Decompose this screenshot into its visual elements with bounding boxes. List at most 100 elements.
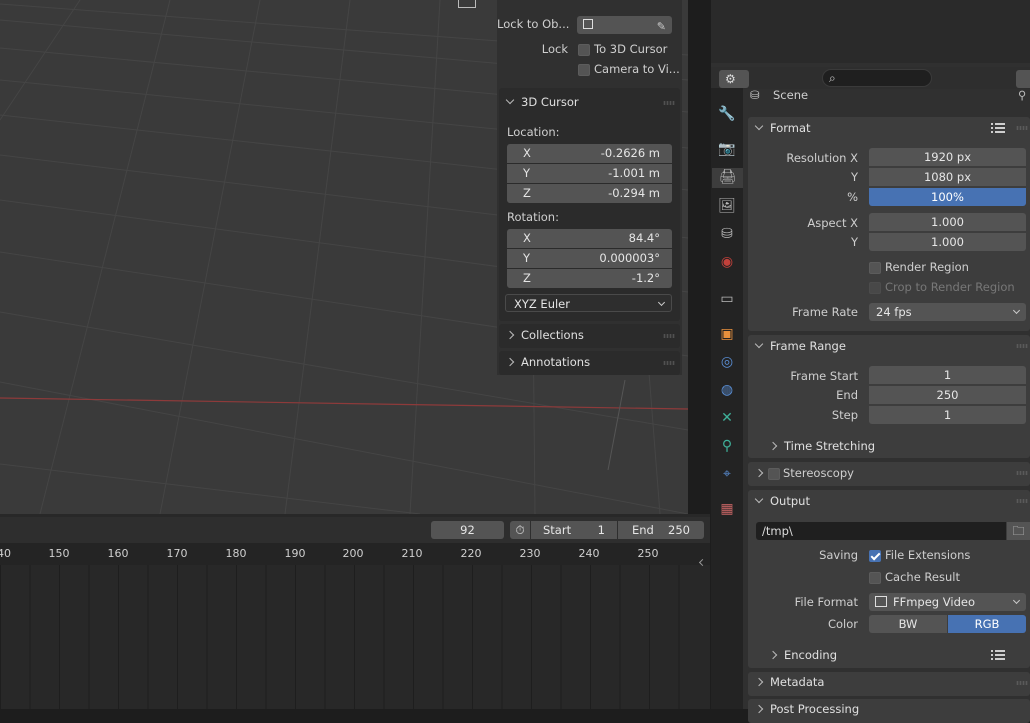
presets-menu-icon[interactable] [991, 123, 1005, 134]
lock-to-object-label: Lock to Ob... [497, 17, 570, 31]
rotation-label: Rotation: [507, 210, 559, 224]
constraints-tab-icon[interactable]: ⚲ [718, 437, 736, 455]
chevron-right-icon [754, 704, 764, 714]
output-section-header[interactable]: Output [754, 494, 810, 508]
render-region-label: Render Region [885, 260, 969, 274]
chevron-right-icon [505, 330, 515, 340]
cache-result-checkbox[interactable] [869, 572, 881, 584]
ruler-label: 230 [519, 547, 541, 560]
cursor-section-header[interactable]: 3D Cursor [505, 95, 579, 109]
time-stretching-subpanel[interactable]: Time Stretching [768, 439, 875, 453]
grid-view-icon[interactable] [458, 0, 476, 8]
frame-end-field[interactable]: 250 [869, 386, 1026, 404]
format-section-header[interactable]: Format [754, 121, 811, 135]
texture-tab-icon[interactable]: ▦ [718, 500, 736, 518]
location-x-field[interactable]: X -0.2626 m [507, 144, 672, 163]
ruler-label: 190 [284, 547, 306, 560]
saving-label: Saving [819, 548, 858, 562]
chevron-down-icon [505, 95, 515, 105]
aspect-y-field[interactable]: 1.000 [869, 233, 1026, 251]
color-rgb-button[interactable]: RGB [948, 615, 1026, 633]
object-box-icon [583, 19, 593, 29]
editor-type-dropdown[interactable]: ⚙ [719, 70, 749, 88]
output-tab-icon[interactable]: 🖨 [712, 168, 743, 188]
collections-section-header[interactable]: Collections [505, 328, 584, 342]
folder-icon[interactable]: 🗀 [1007, 522, 1030, 540]
aspect-x-field[interactable]: 1.000 [869, 213, 1026, 231]
metadata-section-header[interactable]: Metadata [754, 675, 824, 689]
camera-to-view-checkbox[interactable] [578, 64, 590, 76]
view-layer-tab-icon[interactable]: 🖼 [718, 197, 736, 215]
drag-handle-icon[interactable] [1016, 344, 1028, 348]
drag-handle-icon[interactable] [663, 334, 675, 338]
stopwatch-icon[interactable]: ⏱ [510, 521, 530, 539]
frame-start-field[interactable]: 1 [869, 366, 1026, 384]
start-frame-field[interactable]: Start 1 [531, 521, 617, 539]
drag-handle-icon[interactable] [1016, 499, 1028, 503]
color-label: Color [827, 617, 858, 631]
drag-handle-icon[interactable] [1016, 681, 1028, 685]
drag-handle-icon[interactable] [663, 101, 675, 105]
frame-rate-dropdown[interactable]: 24 fps [869, 303, 1026, 321]
end-frame-field[interactable]: End 250 [618, 521, 704, 539]
frame-range-section-header[interactable]: Frame Range [754, 339, 846, 353]
rotation-mode-dropdown[interactable]: XYZ Euler [505, 294, 672, 312]
render-tab-icon[interactable]: 📷 [718, 140, 736, 158]
annotations-section-header[interactable]: Annotations [505, 355, 590, 369]
chevron-right-icon [505, 357, 515, 367]
frame-end-label: End [836, 388, 858, 402]
resolution-x-label: Resolution X [786, 151, 858, 165]
resolution-percent-slider[interactable]: 100% [869, 188, 1026, 206]
props-search-input[interactable]: ⌕ [822, 69, 932, 87]
cache-result-label: Cache Result [885, 570, 960, 584]
search-icon: ⌕ [829, 71, 836, 85]
presets-menu-icon[interactable] [991, 650, 1005, 661]
object-tab-icon[interactable]: ▣ [718, 325, 736, 343]
options-dropdown[interactable] [1016, 70, 1030, 88]
render-region-checkbox[interactable] [869, 262, 881, 274]
to-3d-cursor-checkbox[interactable] [578, 44, 590, 56]
frame-step-field[interactable]: 1 [869, 406, 1026, 424]
drag-handle-icon[interactable] [663, 361, 675, 365]
location-y-field[interactable]: Y -1.001 m [507, 164, 672, 183]
modifier-tab-icon[interactable]: ◎ [718, 353, 736, 371]
chevron-right-icon [754, 468, 764, 478]
output-path-input[interactable]: /tmp\ [756, 522, 1006, 540]
current-frame-field[interactable]: 92 [431, 521, 504, 539]
camera-to-view-label: Camera to Vi... [594, 62, 680, 76]
resolution-x-field[interactable]: 1920 px [869, 148, 1026, 166]
scene-icon: ⛁ [750, 88, 760, 102]
particles-tab-icon[interactable]: ◍ [718, 381, 736, 399]
tool-tab-icon[interactable]: 🔧 [718, 105, 736, 123]
chevron-down-icon [754, 494, 764, 504]
data-tab-icon[interactable]: ⌖ [718, 465, 736, 483]
drag-handle-icon[interactable] [1016, 126, 1028, 130]
location-z-field[interactable]: Z -0.294 m [507, 184, 672, 203]
top-area-strip [711, 0, 1030, 63]
scene-tab-icon[interactable]: ⛁ [718, 225, 736, 243]
chevron-down-icon [754, 121, 764, 131]
post-processing-section-header[interactable]: Post Processing [754, 702, 859, 716]
file-extensions-checkbox[interactable] [869, 550, 881, 562]
lock-to-object-field[interactable]: ✎ [577, 16, 672, 34]
rotation-y-field[interactable]: Y 0.000003° [507, 249, 672, 268]
stereoscopy-checkbox[interactable] [768, 468, 780, 480]
collection-tab-icon[interactable]: ▭ [718, 290, 736, 308]
color-bw-button[interactable]: BW [869, 615, 947, 633]
ruler-label: 220 [460, 547, 482, 560]
world-tab-icon[interactable]: ◉ [718, 253, 736, 271]
rotation-z-field[interactable]: Z -1.2° [507, 269, 672, 288]
file-format-dropdown[interactable]: FFmpeg Video [869, 593, 1026, 611]
pin-icon[interactable]: ⚲ [1018, 88, 1026, 102]
resolution-y-field[interactable]: 1080 px [869, 168, 1026, 186]
rotation-x-field[interactable]: X 84.4° [507, 229, 672, 248]
encoding-subpanel[interactable]: Encoding [768, 648, 837, 662]
drag-handle-icon[interactable] [1016, 471, 1028, 475]
ruler-label: 250 [637, 547, 659, 560]
timeline-tracks[interactable] [0, 565, 685, 709]
eyedropper-icon[interactable]: ✎ [657, 18, 666, 36]
location-label: Location: [507, 125, 560, 139]
chevron-right-icon [768, 441, 778, 451]
physics-tab-icon[interactable]: ✕ [718, 409, 736, 427]
to-3d-cursor-label: To 3D Cursor [594, 42, 668, 56]
